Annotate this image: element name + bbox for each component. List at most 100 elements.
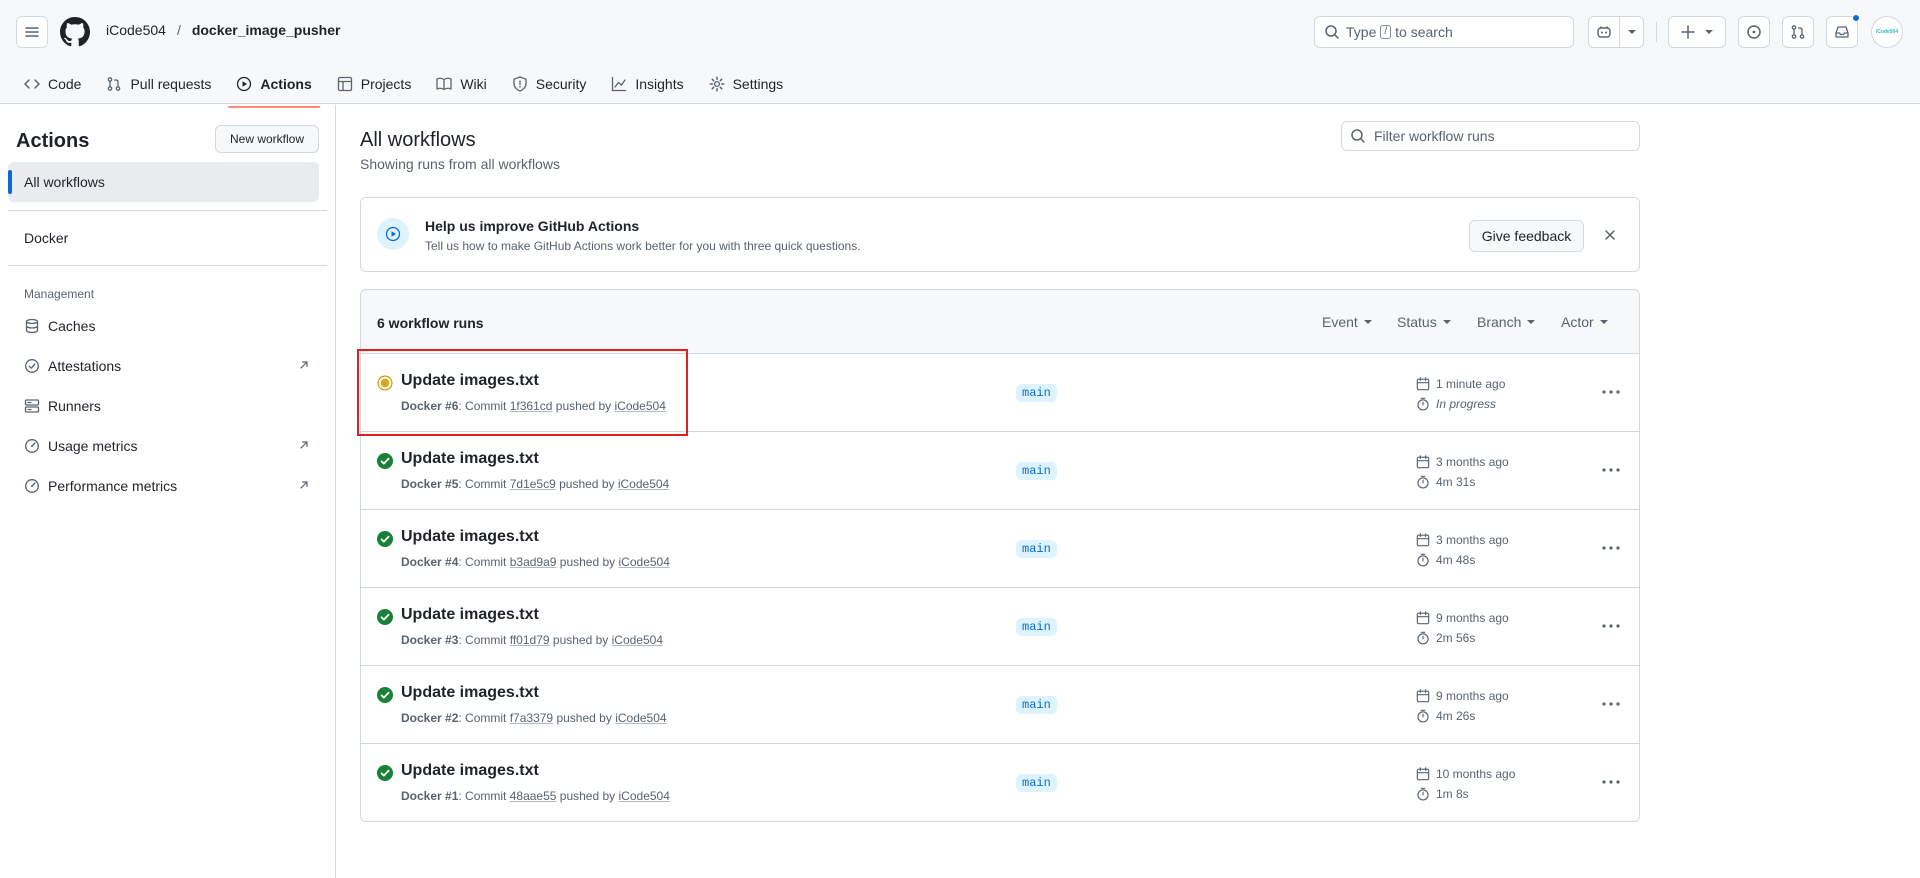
server-icon bbox=[24, 399, 40, 413]
actor-filter-dropdown[interactable]: Actor bbox=[1561, 314, 1608, 330]
workflow-run-row[interactable]: Update images.txt Docker #3: Commit ff01… bbox=[361, 588, 1639, 666]
kebab-horizontal-icon[interactable] bbox=[1601, 618, 1621, 634]
event-filter-dropdown[interactable]: Event bbox=[1322, 314, 1372, 330]
workflow-run-row[interactable]: Update images.txt Docker #5: Commit 7d1e… bbox=[361, 432, 1639, 510]
sidebar-item-docker[interactable]: Docker bbox=[8, 218, 319, 258]
status-filter-dropdown[interactable]: Status bbox=[1397, 314, 1451, 330]
commit-sha-link[interactable]: 7d1e5c9 bbox=[510, 477, 556, 491]
branch-label[interactable]: main bbox=[1016, 540, 1057, 558]
actor-link[interactable]: iCode504 bbox=[619, 789, 670, 803]
run-title-link[interactable]: Update images.txt bbox=[401, 450, 539, 468]
sidebar-item-runners[interactable]: Runners bbox=[8, 386, 319, 426]
run-workflow-name: Docker #4 bbox=[401, 555, 459, 569]
chevron-down-icon bbox=[1627, 30, 1636, 34]
pull-requests-button[interactable] bbox=[1782, 16, 1814, 48]
tab-projects[interactable]: Projects bbox=[329, 68, 420, 100]
give-feedback-button[interactable]: Give feedback bbox=[1469, 220, 1584, 252]
stopwatch-icon bbox=[1417, 631, 1429, 645]
run-pushed-label: pushed by bbox=[555, 399, 612, 413]
tab-insights[interactable]: Insights bbox=[603, 68, 691, 100]
kebab-horizontal-icon[interactable] bbox=[1601, 384, 1621, 400]
user-avatar[interactable]: iCode504 bbox=[1871, 16, 1903, 48]
kebab-horizontal-icon[interactable] bbox=[1601, 540, 1621, 556]
tab-wiki[interactable]: Wiki bbox=[428, 68, 494, 100]
branch-label[interactable]: main bbox=[1016, 462, 1057, 480]
filter-label: Branch bbox=[1477, 314, 1522, 330]
actor-link[interactable]: iCode504 bbox=[619, 555, 670, 569]
sidebar-item-performance-metrics[interactable]: Performance metrics bbox=[8, 466, 319, 506]
actor-link[interactable]: iCode504 bbox=[612, 633, 663, 647]
sidebar-item-caches[interactable]: Caches bbox=[8, 306, 319, 346]
run-duration-text: 4m 26s bbox=[1436, 709, 1476, 723]
calendar-icon bbox=[1416, 611, 1430, 625]
create-new-button[interactable] bbox=[1668, 16, 1726, 48]
run-title-link[interactable]: Update images.txt bbox=[401, 528, 539, 546]
runs-list-header: 6 workflow runs Event Status Branch Acto… bbox=[361, 290, 1639, 354]
commit-sha-link[interactable]: 48aae55 bbox=[510, 789, 557, 803]
run-title-link[interactable]: Update images.txt bbox=[401, 606, 539, 624]
actor-link[interactable]: iCode504 bbox=[615, 711, 666, 725]
sidebar-item-usage-metrics[interactable]: Usage metrics bbox=[8, 426, 319, 466]
sidebar-item-all-workflows[interactable]: All workflows bbox=[8, 162, 319, 202]
workflow-run-row[interactable]: Update images.txt Docker #1: Commit 48aa… bbox=[361, 744, 1639, 821]
sidebar-divider bbox=[8, 265, 327, 266]
tab-label: Code bbox=[48, 76, 82, 92]
run-title-link[interactable]: Update images.txt bbox=[401, 762, 539, 780]
github-logo-icon[interactable] bbox=[60, 17, 90, 47]
hamburger-menu-button[interactable] bbox=[16, 16, 48, 48]
issues-button[interactable] bbox=[1738, 16, 1770, 48]
sidebar-divider bbox=[8, 210, 327, 211]
kebab-horizontal-icon[interactable] bbox=[1601, 462, 1621, 478]
stopwatch-icon bbox=[1417, 475, 1429, 489]
copilot-button[interactable] bbox=[1588, 16, 1644, 48]
run-time-text: 1 minute ago bbox=[1436, 377, 1506, 391]
run-duration-text: 2m 56s bbox=[1436, 631, 1476, 645]
workflow-runs-list: 6 workflow runs Event Status Branch Acto… bbox=[360, 289, 1640, 822]
search-icon bbox=[1351, 129, 1365, 143]
commit-sha-link[interactable]: 1f361cd bbox=[510, 399, 553, 413]
run-title-link[interactable]: Update images.txt bbox=[401, 372, 539, 390]
kebab-horizontal-icon[interactable] bbox=[1601, 696, 1621, 712]
actor-link[interactable]: iCode504 bbox=[618, 477, 669, 491]
in-progress-status-icon bbox=[377, 375, 393, 391]
run-time-text: 9 months ago bbox=[1436, 611, 1509, 625]
commit-sha-link[interactable]: ff01d79 bbox=[510, 633, 550, 647]
play-icon bbox=[237, 76, 252, 92]
run-time-text: 3 months ago bbox=[1436, 533, 1509, 547]
workflow-run-row[interactable]: Update images.txt Docker #4: Commit b3ad… bbox=[361, 510, 1639, 588]
sidebar-item-label: Caches bbox=[48, 318, 96, 334]
app-header: iCode504 / docker_image_pusher Type / to… bbox=[0, 0, 1920, 108]
kebab-horizontal-icon[interactable] bbox=[1601, 774, 1621, 790]
search-input[interactable]: Type / to search bbox=[1314, 16, 1574, 48]
branch-label[interactable]: main bbox=[1016, 696, 1057, 714]
repo-owner-link[interactable]: iCode504 bbox=[106, 22, 166, 38]
tab-actions[interactable]: Actions bbox=[228, 68, 321, 108]
filter-workflow-runs-input[interactable]: Filter workflow runs bbox=[1341, 121, 1640, 151]
new-workflow-button[interactable]: New workflow bbox=[215, 125, 319, 153]
branch-label[interactable]: main bbox=[1016, 384, 1057, 402]
check-circle-icon bbox=[377, 531, 393, 547]
filter-label: Actor bbox=[1561, 314, 1594, 330]
run-title-link[interactable]: Update images.txt bbox=[401, 684, 539, 702]
branch-filter-dropdown[interactable]: Branch bbox=[1477, 314, 1536, 330]
workflow-run-row[interactable]: Update images.txt Docker #2: Commit f7a3… bbox=[361, 666, 1639, 744]
run-commit-label: : Commit bbox=[458, 633, 507, 647]
commit-sha-link[interactable]: f7a3379 bbox=[510, 711, 553, 725]
run-meta: Docker #5: Commit 7d1e5c9 pushed by iCod… bbox=[401, 477, 669, 491]
run-workflow-name: Docker #2 bbox=[401, 711, 459, 725]
tab-security[interactable]: Security bbox=[504, 68, 595, 100]
workflow-run-row[interactable]: Update images.txt Docker #6: Commit 1f36… bbox=[361, 354, 1639, 432]
link-external-icon bbox=[300, 481, 308, 489]
tab-code[interactable]: Code bbox=[16, 68, 89, 100]
tab-settings[interactable]: Settings bbox=[701, 68, 792, 100]
close-icon[interactable] bbox=[1602, 227, 1618, 243]
actor-link[interactable]: iCode504 bbox=[615, 399, 666, 413]
calendar-icon bbox=[1416, 455, 1430, 469]
branch-label[interactable]: main bbox=[1016, 774, 1057, 792]
branch-label[interactable]: main bbox=[1016, 618, 1057, 636]
copilot-icon bbox=[1596, 26, 1611, 38]
sidebar-item-attestations[interactable]: Attestations bbox=[8, 346, 319, 386]
commit-sha-link[interactable]: b3ad9a9 bbox=[510, 555, 557, 569]
repo-name-link[interactable]: docker_image_pusher bbox=[192, 22, 341, 38]
tab-pull-requests[interactable]: Pull requests bbox=[98, 68, 219, 100]
